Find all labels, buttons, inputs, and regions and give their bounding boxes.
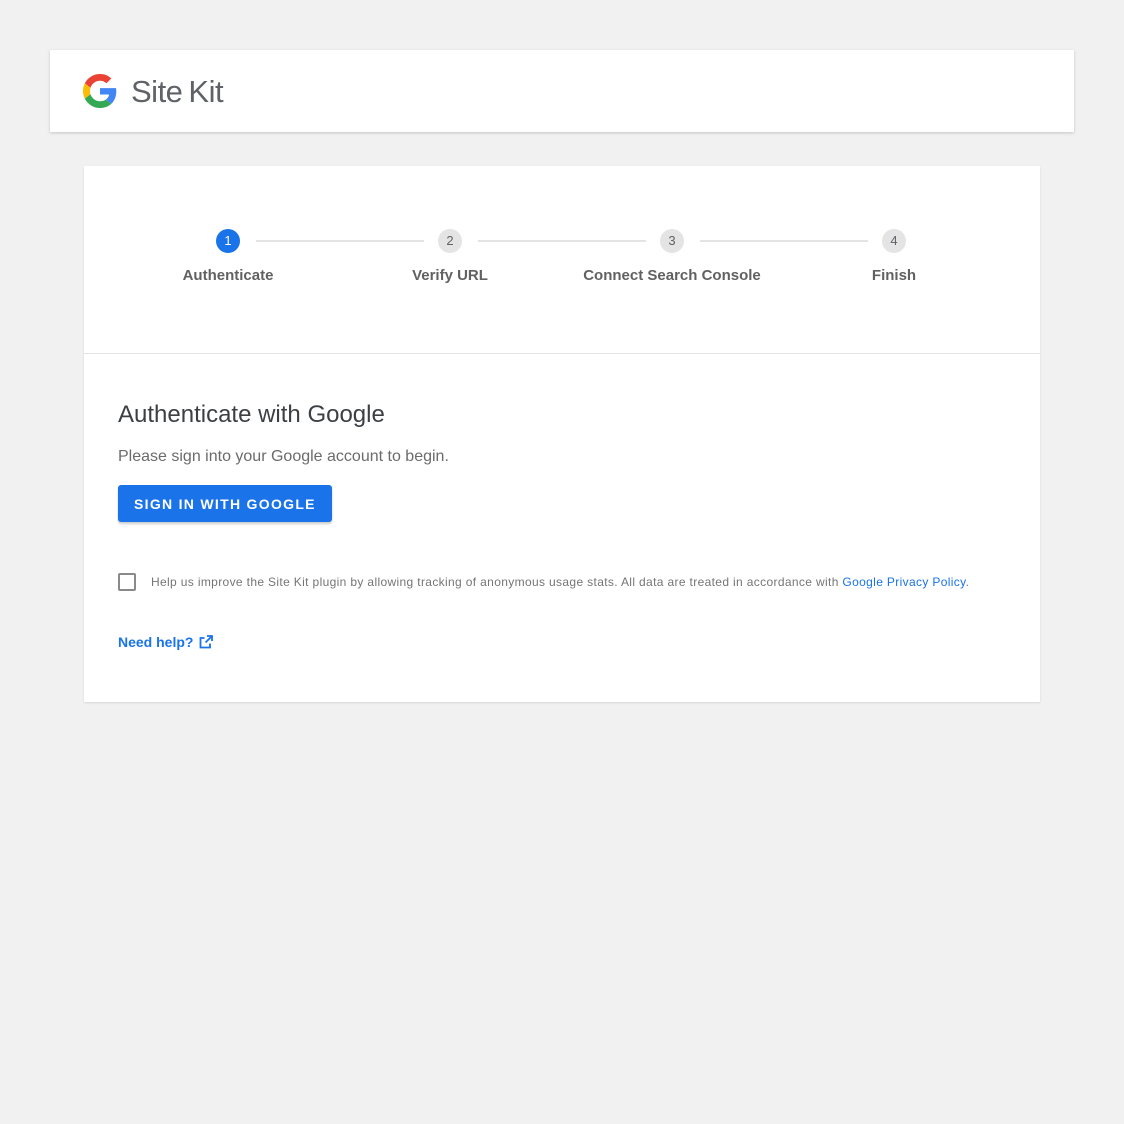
step-label: Connect Search Console [583, 267, 761, 284]
site-header: Site Kit [50, 50, 1074, 132]
step-connect-search-console: 3 Connect Search Console [561, 229, 783, 284]
step-number: 2 [438, 229, 462, 253]
step-label: Authenticate [182, 267, 274, 284]
page-subtitle: Please sign into your Google account to … [118, 448, 449, 465]
step-number: 1 [216, 229, 240, 253]
google-g-icon [83, 74, 117, 108]
step-label: Verify URL [412, 267, 488, 284]
step-number: 3 [660, 229, 684, 253]
need-help-label: Need help? [118, 634, 194, 650]
need-help-link[interactable]: Need help? [118, 634, 214, 650]
logo-site-text: Site [131, 73, 183, 109]
usage-tracking-checkbox[interactable] [118, 573, 136, 591]
step-authenticate: 1 Authenticate [117, 229, 339, 284]
step-label: Finish [871, 267, 917, 284]
usage-tracking-optin: Help us improve the Site Kit plugin by a… [118, 573, 1006, 591]
external-link-icon [200, 635, 214, 649]
step-finish: 4 Finish [783, 229, 1005, 284]
optin-suffix: . [965, 575, 970, 589]
progress-stepper: 1 Authenticate 2 Verify URL 3 Connect Se… [84, 166, 1040, 354]
site-kit-logo[interactable]: Site Kit [83, 73, 224, 109]
optin-label: Help us improve the Site Kit plugin by a… [151, 575, 969, 589]
logo-kit-text: Kit [188, 73, 224, 109]
setup-card: 1 Authenticate 2 Verify URL 3 Connect Se… [84, 166, 1040, 702]
privacy-policy-link[interactable]: Google Privacy Policy [842, 575, 965, 589]
sign-in-with-google-button[interactable]: Sign in with Google [118, 485, 332, 522]
logo-text: Site Kit [131, 73, 224, 109]
optin-text: Help us improve the Site Kit plugin by a… [151, 575, 843, 589]
authenticate-section: Authenticate with Google Please sign int… [84, 354, 1040, 652]
step-number: 4 [882, 229, 906, 253]
page-title: Authenticate with Google [118, 401, 385, 428]
step-verify-url: 2 Verify URL [339, 229, 561, 284]
